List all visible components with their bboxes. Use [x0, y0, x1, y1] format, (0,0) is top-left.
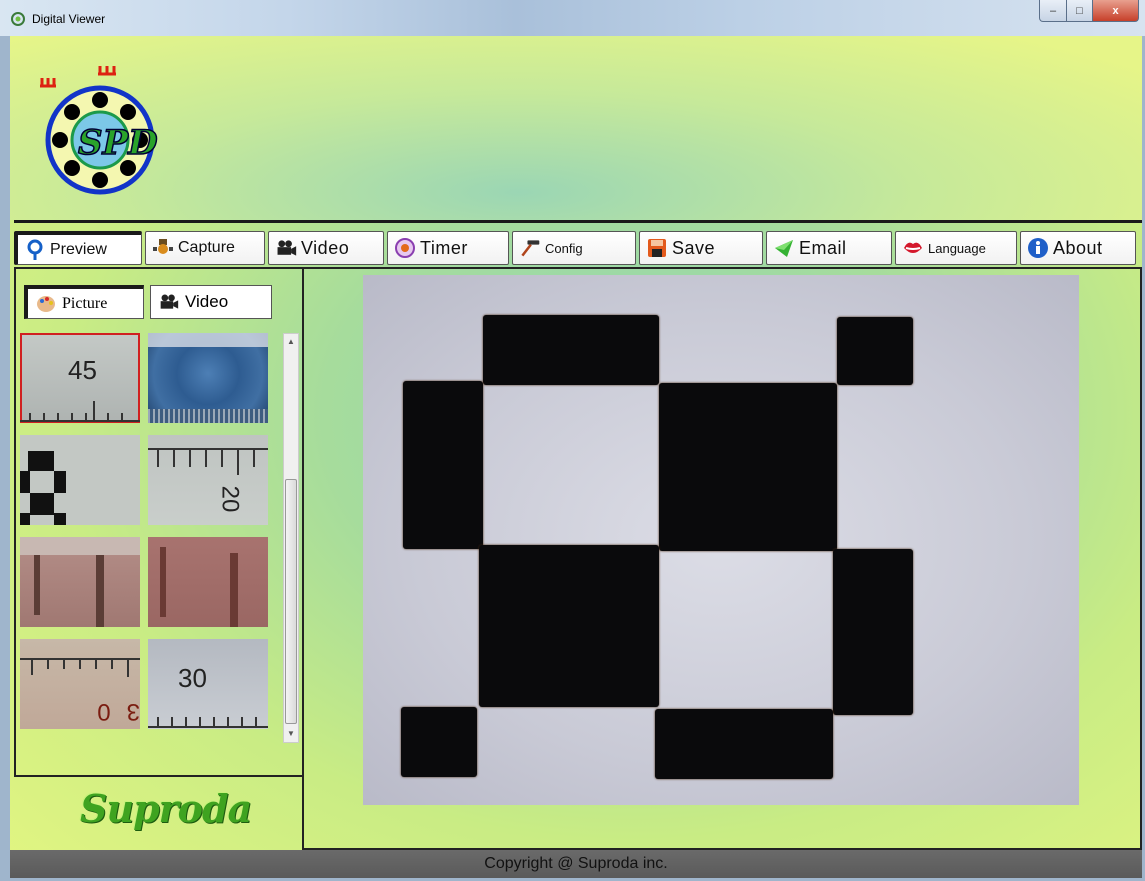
tab-email-label: Email: [799, 237, 847, 258]
thumbnail-label: 20: [216, 485, 244, 513]
status-bar: Copyright @ Suproda inc.: [10, 850, 1142, 878]
scrollbar-thumb[interactable]: [285, 479, 297, 724]
thumbnail-label: 35 30: [81, 698, 140, 729]
tab-language[interactable]: Language: [895, 231, 1017, 265]
suproda-logo: Suproda: [80, 786, 252, 831]
tab-config[interactable]: Config: [512, 231, 636, 265]
app-client-area: SPD Preview Capture Video Timer Config S…: [10, 36, 1142, 878]
close-button[interactable]: x: [1093, 0, 1139, 22]
tab-email[interactable]: Email: [766, 231, 892, 265]
tab-save-label: Save: [672, 237, 716, 258]
tab-about[interactable]: About: [1020, 231, 1136, 265]
floppy-disk-icon: [646, 237, 668, 259]
tab-video-label: Video: [301, 237, 350, 258]
window-title-bar[interactable]: Digital Viewer ‒ □ x: [0, 0, 1145, 36]
preview-pane: [302, 267, 1142, 850]
scroll-down-arrow-icon[interactable]: ▼: [284, 726, 298, 742]
camera-icon: [152, 237, 174, 259]
gallery-scrollbar[interactable]: ▲ ▼: [283, 333, 299, 743]
video-camera-icon: [159, 292, 179, 312]
tab-config-label: Config: [545, 240, 583, 256]
tab-language-label: Language: [928, 240, 986, 256]
live-preview-image: [363, 275, 1079, 805]
scroll-up-arrow-icon[interactable]: ▲: [284, 334, 298, 350]
tab-about-label: About: [1053, 237, 1103, 258]
palette-icon: [36, 294, 56, 314]
thumbnail-label: 45: [68, 355, 97, 385]
info-icon: [1027, 237, 1049, 259]
tab-save[interactable]: Save: [639, 231, 763, 265]
pin-icon: [24, 239, 46, 261]
thumbnail[interactable]: [148, 333, 268, 423]
logo-text: SPD: [78, 123, 158, 163]
tab-picture-label: Picture: [62, 294, 108, 312]
maximize-button[interactable]: □: [1067, 0, 1093, 22]
thumbnail-grid: 45 20 30 30: [20, 333, 270, 735]
lips-icon: [902, 237, 924, 259]
tab-timer-label: Timer: [420, 237, 468, 258]
tab-capture-label: Capture: [178, 239, 235, 256]
spd-logo: SPD: [40, 66, 159, 195]
tab-video[interactable]: Video: [268, 231, 384, 265]
thumbnail[interactable]: 20: [148, 435, 268, 525]
thumbnail[interactable]: 35 30: [20, 639, 140, 729]
clock-icon: [394, 237, 416, 259]
tab-capture[interactable]: Capture: [145, 231, 265, 265]
window-title: Digital Viewer: [32, 12, 106, 26]
hammer-icon: [519, 237, 541, 259]
header-banner: SPD: [10, 36, 1142, 220]
app-icon: [11, 12, 25, 26]
tab-timer[interactable]: Timer: [387, 231, 509, 265]
tab-gallery-video-label: Video: [185, 292, 229, 311]
gallery-panel: Picture Video 45 20 30 30 ▲ ▼: [14, 267, 304, 777]
minimize-button[interactable]: ‒: [1039, 0, 1067, 22]
thumbnail[interactable]: 30: [148, 639, 268, 729]
tab-picture[interactable]: Picture: [24, 285, 144, 319]
tab-gallery-video[interactable]: Video: [150, 285, 272, 319]
thumbnail-label: 30: [178, 663, 207, 693]
tab-preview-label: Preview: [50, 240, 107, 258]
video-camera-icon: [275, 237, 297, 259]
send-icon: [773, 237, 795, 259]
thumbnail[interactable]: [20, 537, 140, 627]
thumbnail[interactable]: [148, 537, 268, 627]
thumbnail[interactable]: 45: [20, 333, 140, 423]
tab-preview[interactable]: Preview: [14, 231, 142, 265]
main-toolbar: Preview Capture Video Timer Config Save …: [14, 220, 1142, 270]
thumbnail[interactable]: [20, 435, 140, 525]
